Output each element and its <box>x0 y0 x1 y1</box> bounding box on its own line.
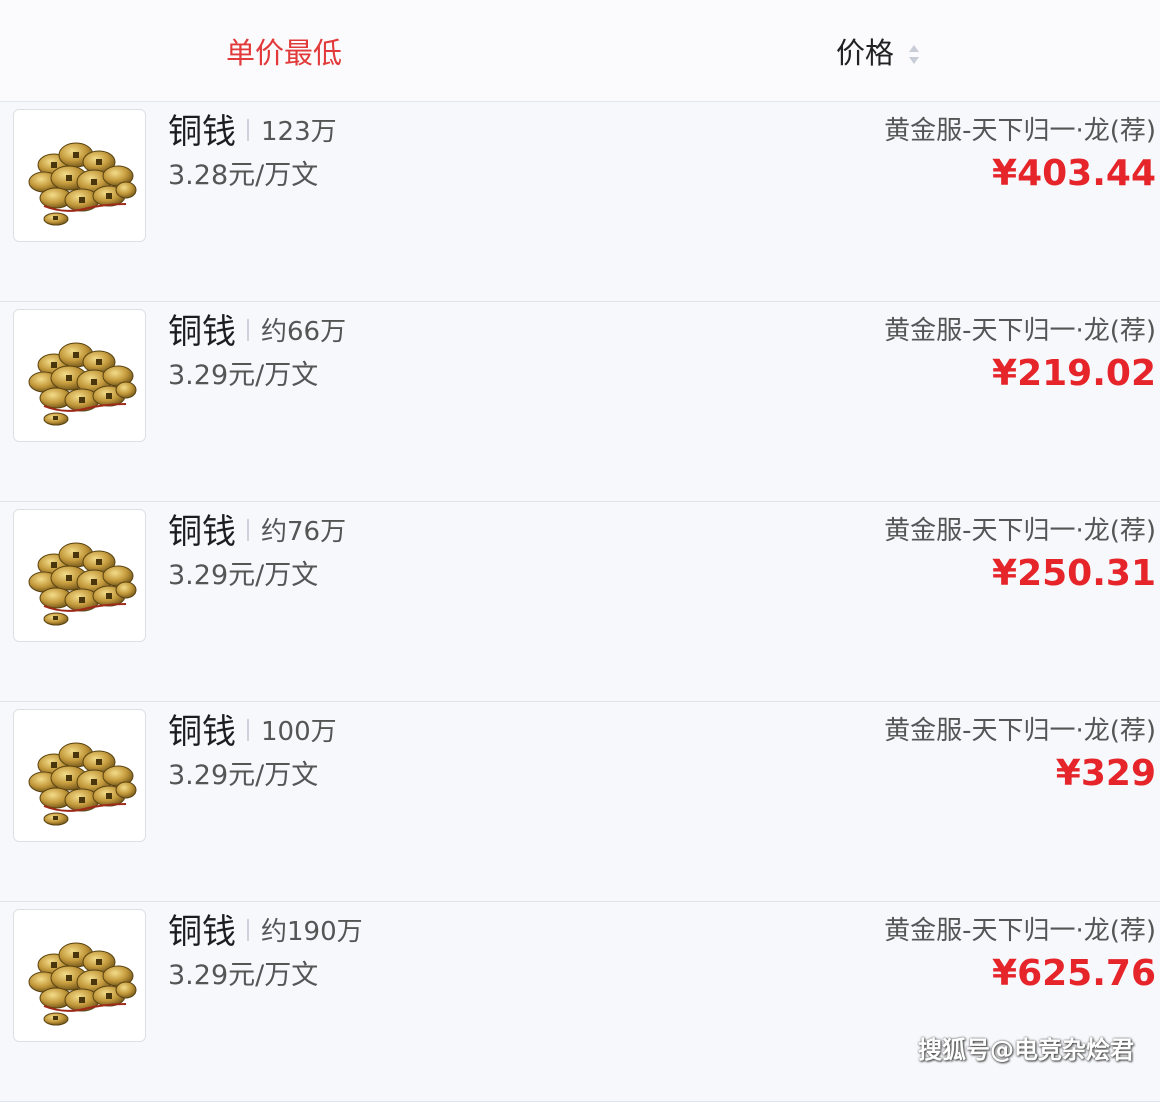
item-quantity: 约76万 <box>261 517 347 547</box>
divider <box>247 919 249 941</box>
listing-row[interactable]: 铜钱 约66万 3.29元/万文 黄金服-天下归一·龙(荐) ¥219.02 <box>0 302 1160 502</box>
divider <box>247 119 249 141</box>
item-price: ¥625.76 <box>992 953 1156 994</box>
copper-coins-icon <box>13 709 146 842</box>
copper-coins-icon <box>13 909 146 1042</box>
item-unit-price: 3.29元/万文 <box>168 760 319 791</box>
item-name: 铜钱 <box>168 312 236 352</box>
item-quantity: 123万 <box>261 117 337 147</box>
item-name: 铜钱 <box>168 912 236 952</box>
item-quantity: 约66万 <box>261 317 347 347</box>
divider <box>247 719 249 741</box>
listing-row[interactable]: 铜钱 100万 3.29元/万文 黄金服-天下归一·龙(荐) ¥329 <box>0 702 1160 902</box>
divider <box>247 319 249 341</box>
item-server: 黄金服-天下归一·龙(荐) <box>884 316 1156 346</box>
tab-lowest-unit-price[interactable]: 单价最低 <box>226 34 342 72</box>
item-server: 黄金服-天下归一·龙(荐) <box>884 116 1156 146</box>
item-server: 黄金服-天下归一·龙(荐) <box>884 516 1156 546</box>
tab-price-label: 价格 <box>836 36 895 70</box>
copper-coins-icon <box>13 509 146 642</box>
item-name: 铜钱 <box>168 712 236 752</box>
sort-arrows-icon <box>909 42 920 68</box>
item-quantity: 100万 <box>261 717 337 747</box>
listing-row[interactable]: 铜钱 约190万 3.29元/万文 黄金服-天下归一·龙(荐) ¥625.76 <box>0 902 1160 1102</box>
item-price: ¥403.44 <box>992 153 1156 194</box>
item-quantity: 约190万 <box>261 917 363 947</box>
tab-price[interactable]: 价格 <box>836 34 920 72</box>
item-price: ¥329 <box>1055 753 1156 794</box>
item-unit-price: 3.29元/万文 <box>168 560 319 591</box>
divider <box>247 519 249 541</box>
listing-row[interactable]: 铜钱 123万 3.28元/万文 黄金服-天下归一·龙(荐) ¥403.44 <box>0 102 1160 302</box>
listing-row[interactable]: 铜钱 约76万 3.29元/万文 黄金服-天下归一·龙(荐) ¥250.31 <box>0 502 1160 702</box>
item-unit-price: 3.29元/万文 <box>168 960 319 991</box>
copper-coins-icon <box>13 309 146 442</box>
item-name: 铜钱 <box>168 112 236 152</box>
copper-coins-icon <box>13 109 146 242</box>
item-price: ¥219.02 <box>992 353 1156 394</box>
item-price: ¥250.31 <box>992 553 1156 594</box>
listing-list: 铜钱 123万 3.28元/万文 黄金服-天下归一·龙(荐) ¥403.44 铜… <box>0 102 1160 1102</box>
item-server: 黄金服-天下归一·龙(荐) <box>884 716 1156 746</box>
item-name: 铜钱 <box>168 512 236 552</box>
item-server: 黄金服-天下归一·龙(荐) <box>884 916 1156 946</box>
item-unit-price: 3.29元/万文 <box>168 360 319 391</box>
sort-header: 单价最低 价格 <box>0 0 1160 102</box>
watermark: 搜狐号@电竞杂烩君 <box>918 1036 1134 1064</box>
item-unit-price: 3.28元/万文 <box>168 160 319 191</box>
